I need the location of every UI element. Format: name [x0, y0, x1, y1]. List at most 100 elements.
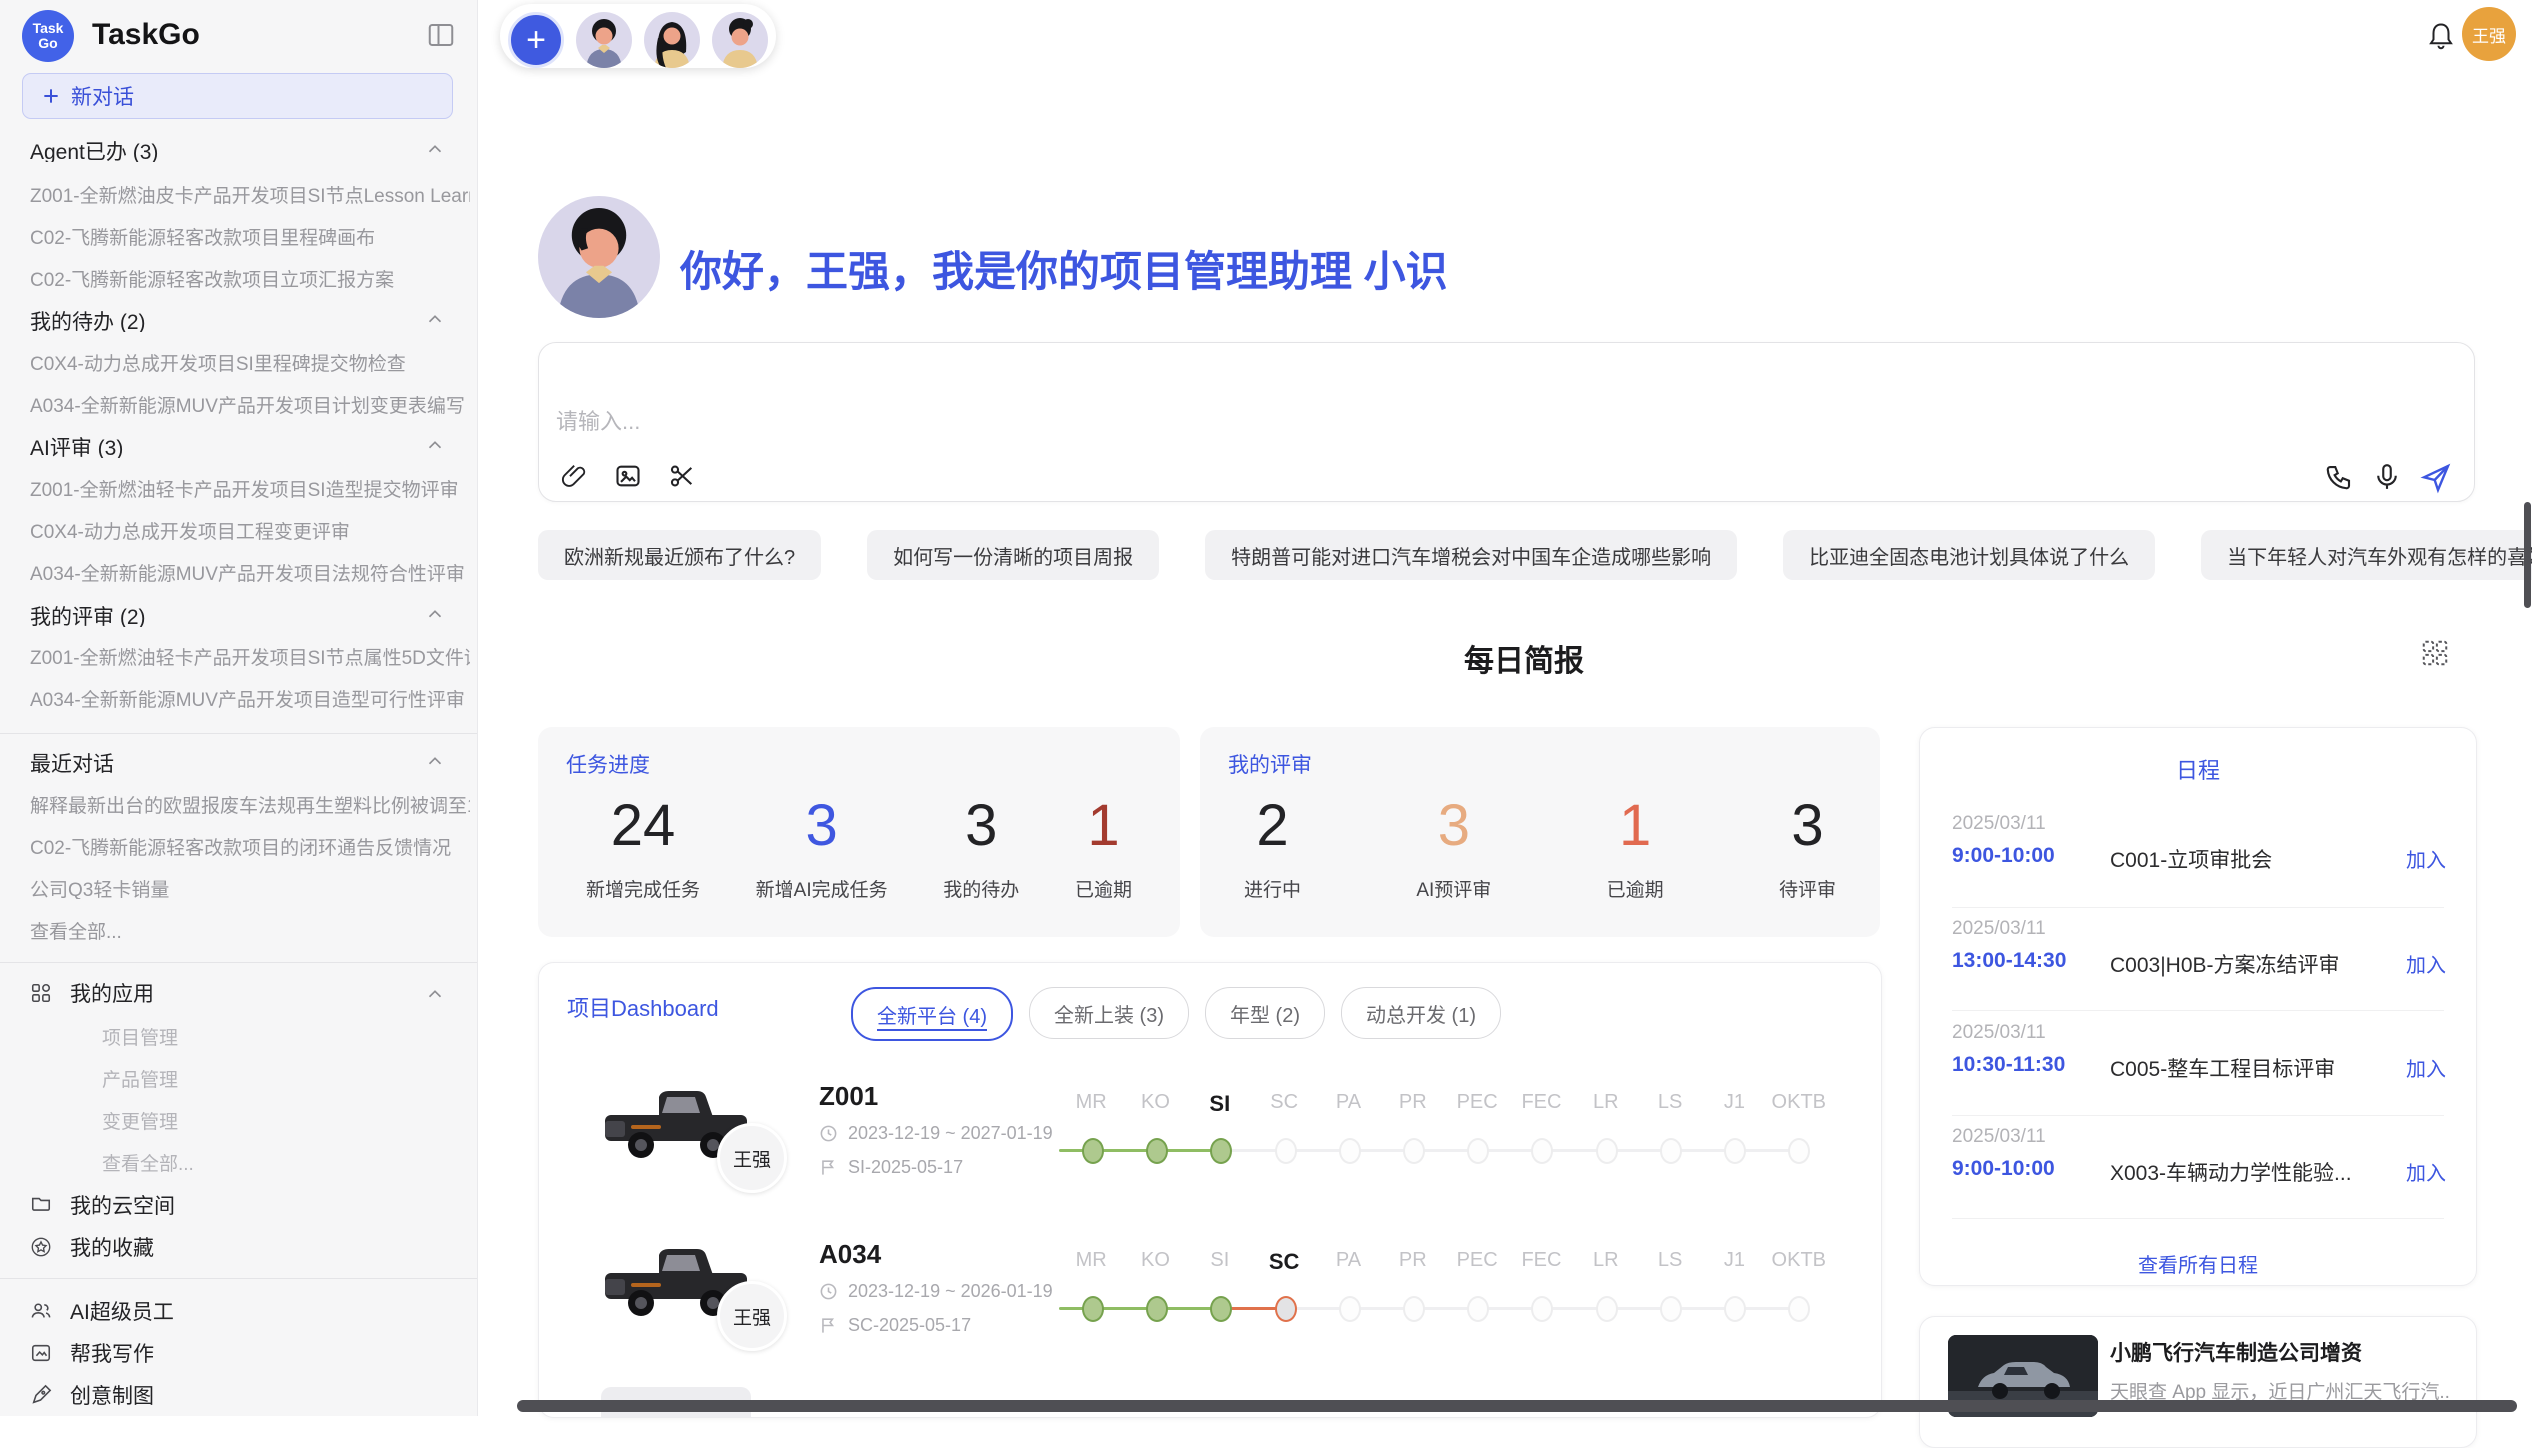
avatar[interactable] — [644, 12, 700, 68]
insert-image-icon[interactable] — [614, 462, 642, 490]
sidebar-item-creative-draw[interactable]: 创意制图 — [30, 1381, 450, 1409]
join-button[interactable]: 加入 — [2406, 844, 2446, 873]
logo-text-top: Task — [33, 21, 64, 36]
flag-icon — [819, 1316, 838, 1335]
horizontal-scrollbar[interactable] — [517, 1400, 2517, 1412]
sidebar-item-my-apps[interactable]: 我的应用 — [30, 979, 450, 1007]
project-date-range: 2023-12-19 ~ 2027-01-19 — [819, 1123, 1053, 1144]
notifications-bell-icon[interactable] — [2426, 20, 2456, 54]
milestone-dot — [1275, 1138, 1297, 1164]
milestone-dot-done — [1082, 1138, 1104, 1164]
logo-text-bottom: Go — [38, 36, 57, 51]
milestone-dot — [1403, 1138, 1425, 1164]
chevron-up-icon[interactable] — [424, 603, 446, 625]
app-view-all[interactable]: 查看全部... — [102, 1149, 442, 1173]
section-my-todo[interactable]: 我的待办 (2) — [30, 306, 410, 332]
event-title: X003-车辆动力学性能验... — [2110, 1157, 2360, 1187]
suggestion-chip[interactable]: 特朗普可能对进口汽车增税会对中国车企造成哪些影响 — [1205, 530, 1737, 580]
plus-icon — [41, 86, 61, 106]
chevron-up-icon[interactable] — [424, 750, 446, 772]
filter-new-body[interactable]: 全新上装 (3) — [1029, 987, 1189, 1039]
add-session-button[interactable]: + — [508, 12, 564, 68]
favorites-label: 我的收藏 — [70, 1232, 154, 1262]
attach-file-icon[interactable] — [560, 462, 588, 490]
suggestion-chip[interactable]: 比亚迪全固态电池计划具体说了什么 — [1783, 530, 2155, 580]
sidebar-item-ai-staff[interactable]: AI超级员工 — [30, 1297, 450, 1325]
sidebar-item[interactable]: Z001-全新燃油轻卡产品开发项目SI造型提交物评审 — [30, 475, 470, 499]
cloud-space-icon — [30, 1194, 52, 1216]
chevron-up-icon[interactable] — [424, 434, 446, 456]
chevron-up-icon[interactable] — [424, 983, 446, 1005]
filter-model-year[interactable]: 年型 (2) — [1205, 987, 1325, 1039]
event-date: 2025/03/11 — [1952, 813, 2046, 835]
sidebar-item[interactable]: Z001-全新燃油轻卡产品开发项目SI节点属性5D文件评审 — [30, 643, 470, 667]
vertical-scrollbar[interactable] — [2524, 502, 2531, 608]
suggestion-chip[interactable]: 当下年轻人对汽车外观有怎样的喜好趋势 — [2201, 530, 2532, 580]
assistant-avatar — [538, 196, 660, 318]
section-my-review[interactable]: 我的评审 (2) — [30, 601, 410, 627]
sidebar-item-cloud-space[interactable]: 我的云空间 — [30, 1191, 450, 1219]
sidebar-collapse-icon[interactable] — [426, 20, 456, 50]
suggestion-chip[interactable]: 如何写一份清晰的项目周报 — [867, 530, 1159, 580]
suggestion-chip[interactable]: 欧洲新规最近颁布了什么? — [538, 530, 821, 580]
sidebar-item[interactable]: A034-全新新能源MUV产品开发项目造型可行性评审 — [30, 685, 470, 709]
avatar[interactable] — [712, 12, 768, 68]
milestone-dot — [1788, 1296, 1810, 1322]
user-avatar[interactable]: 王强 — [2462, 7, 2516, 61]
avatar[interactable] — [576, 12, 632, 68]
milestone-dot — [1596, 1138, 1618, 1164]
voice-call-icon[interactable] — [2324, 462, 2354, 492]
send-icon[interactable] — [2420, 462, 2452, 494]
divider — [0, 1278, 477, 1279]
recent-view-all[interactable]: 查看全部... — [30, 917, 470, 941]
event-title: C003|H0B-方案冻结评审 — [2110, 949, 2360, 979]
recent-chat-item[interactable]: C02-飞腾新能源轻客改款项目的闭环通告反馈情况 — [30, 833, 470, 857]
divider — [1952, 1115, 2444, 1116]
sidebar-item[interactable]: Z001-全新燃油皮卡产品开发项目SI节点Lesson Learn报告 — [30, 181, 470, 205]
app-item-product[interactable]: 产品管理 — [102, 1065, 442, 1089]
sidebar-item[interactable]: C0X4-动力总成开发项目工程变更评审 — [30, 517, 470, 541]
app-item-project[interactable]: 项目管理 — [102, 1023, 442, 1047]
join-button[interactable]: 加入 — [2406, 1053, 2446, 1082]
stat-new-ai-done: 3新增AI完成任务 — [756, 785, 888, 902]
view-all-schedule-link[interactable]: 查看所有日程 — [1920, 1249, 2476, 1278]
recent-chat-item[interactable]: 解释最新出台的欧盟报废车法规再生塑料比例被调至15%... — [30, 791, 470, 815]
session-avatar-bar: + — [500, 4, 776, 68]
chevron-up-icon[interactable] — [424, 138, 446, 160]
sidebar-item[interactable]: A034-全新新能源MUV产品开发项目计划变更表编写 — [30, 391, 470, 415]
milestone-dot — [1531, 1138, 1553, 1164]
task-progress-card: 任务进度 24新增完成任务 3新增AI完成任务 3我的待办 1已逾期 — [538, 727, 1180, 937]
people-icon — [30, 1300, 52, 1322]
new-chat-label: 新对话 — [71, 81, 134, 111]
sidebar-item[interactable]: C0X4-动力总成开发项目SI里程碑提交物检查 — [30, 349, 470, 373]
milestone-dot — [1724, 1296, 1746, 1322]
stat-overdue: 1已逾期 — [1075, 785, 1132, 902]
news-card[interactable]: 小鹏飞行汽车制造公司增资 天眼查 App 显示，近日广州汇天飞行汽... — [1919, 1316, 2477, 1448]
join-button[interactable]: 加入 — [2406, 949, 2446, 978]
screenshot-scissors-icon[interactable] — [668, 462, 696, 490]
milestone-dot — [1724, 1138, 1746, 1164]
sidebar-item-favorites[interactable]: 我的收藏 — [30, 1233, 450, 1261]
section-recent-chats[interactable]: 最近对话 — [30, 748, 410, 774]
section-agent-done[interactable]: Agent已办 (3) — [30, 136, 410, 162]
sidebar-item-help-write[interactable]: 帮我写作 — [30, 1339, 450, 1367]
chat-input[interactable] — [538, 342, 2475, 502]
sidebar-item[interactable]: A034-全新新能源MUV产品开发项目法规符合性评审 — [30, 559, 470, 583]
layout-grid-icon[interactable] — [2420, 638, 2450, 668]
new-chat-button[interactable]: 新对话 — [22, 73, 453, 119]
chevron-up-icon[interactable] — [424, 308, 446, 330]
event-time: 10:30-11:30 — [1952, 1053, 2065, 1077]
join-button[interactable]: 加入 — [2406, 1157, 2446, 1186]
news-title: 小鹏飞行汽车制造公司增资 — [2110, 1337, 2362, 1367]
app-item-change[interactable]: 变更管理 — [102, 1107, 442, 1131]
sidebar-item[interactable]: C02-飞腾新能源轻客改款项目立项汇报方案 — [30, 265, 470, 289]
section-ai-review[interactable]: AI评审 (3) — [30, 432, 410, 458]
project-code: A034 — [819, 1239, 881, 1270]
filter-all-new-platform[interactable]: 全新平台 (4) — [851, 987, 1013, 1041]
recent-chat-item[interactable]: 公司Q3轻卡销量 — [30, 875, 470, 899]
pen-icon — [30, 1384, 52, 1406]
sidebar-item[interactable]: C02-飞腾新能源轻客改款项目里程碑画布 — [30, 223, 470, 247]
filter-powertrain[interactable]: 动总开发 (1) — [1341, 987, 1501, 1039]
milestone-dot — [1339, 1138, 1361, 1164]
microphone-icon[interactable] — [2372, 462, 2402, 492]
